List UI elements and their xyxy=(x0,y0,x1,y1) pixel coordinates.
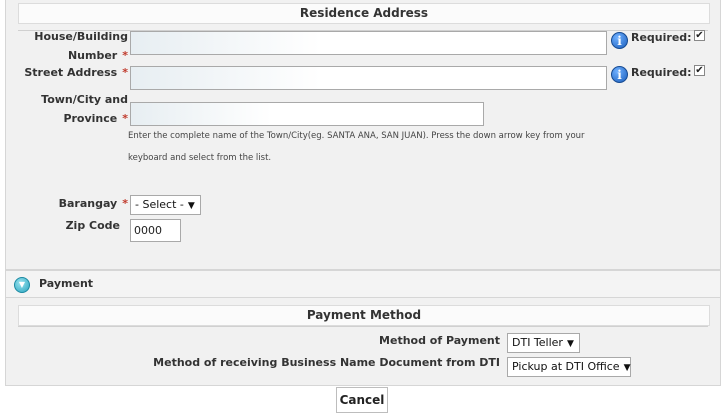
payment-section-title: Payment xyxy=(39,277,94,290)
payment-method-header: Payment Method xyxy=(18,305,710,326)
collapse-toggle-icon[interactable]: ▼ xyxy=(14,277,30,293)
required-label: Required: xyxy=(631,66,692,79)
method-of-payment-select[interactable]: DTI Teller ▼ xyxy=(507,333,580,353)
cancel-button[interactable]: Cancel xyxy=(336,387,388,413)
receiving-method-select[interactable]: Pickup at DTI Office ▼ xyxy=(507,357,631,377)
required-marker: * xyxy=(122,112,128,125)
receiving-method-label: Method of receiving Business Name Docume… xyxy=(153,356,500,369)
chevron-down-icon: ▼ xyxy=(187,201,195,211)
barangay-select[interactable]: - Select - ▼ xyxy=(130,195,201,215)
town-help-text: Enter the complete name of the Town/City… xyxy=(128,131,585,163)
zip-code-input[interactable]: 0000 xyxy=(130,219,181,242)
street-address-input[interactable] xyxy=(130,66,607,90)
divider xyxy=(18,326,708,327)
chevron-down-icon: ▼ xyxy=(623,363,631,373)
required-marker: * xyxy=(122,49,128,62)
zip-code-label: Zip Code xyxy=(65,219,120,232)
house-number-input[interactable] xyxy=(130,31,607,55)
required-marker: * xyxy=(122,66,128,79)
barangay-label: Barangay * xyxy=(58,197,128,210)
required-label: Required: xyxy=(631,31,692,44)
payment-section-bar[interactable]: ▼ Payment xyxy=(5,270,721,298)
info-icon[interactable]: i xyxy=(611,32,628,49)
required-marker: * xyxy=(122,197,128,210)
street-address-label: Street Address * xyxy=(24,66,128,79)
method-of-payment-label: Method of Payment xyxy=(379,334,500,347)
town-province-input[interactable] xyxy=(130,102,484,126)
house-number-label: House/Building Number * xyxy=(34,30,128,62)
town-province-label: Town/City and Province * xyxy=(41,93,128,125)
street-required-checkbox[interactable]: ✔ xyxy=(694,65,705,76)
chevron-down-icon: ▼ xyxy=(566,339,574,349)
house-required-checkbox[interactable]: ✔ xyxy=(694,30,705,41)
info-icon[interactable]: i xyxy=(611,66,628,83)
residence-address-header: Residence Address xyxy=(18,3,710,24)
